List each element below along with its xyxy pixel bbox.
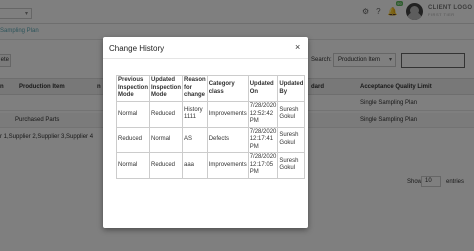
change-history-table: Previous Inspection Mode Updated Inspect…	[116, 75, 306, 179]
column-header: Previous Inspection Mode	[116, 75, 150, 102]
table-cell: 7/28/2020 12:17:41 PM	[247, 126, 279, 153]
table-row: Normal Reduced aaa Improvements 7/28/202…	[116, 152, 306, 179]
table-cell: Suresh Gokul	[277, 101, 306, 128]
column-header: Updated By	[277, 75, 306, 102]
table-cell: Reduced	[116, 126, 150, 153]
table-cell: 7/28/2020 12:17:05 PM	[247, 152, 279, 179]
modal-title: Change History	[109, 44, 165, 53]
table-cell: Suresh Gokul	[277, 152, 306, 179]
table-header-row: Previous Inspection Mode Updated Inspect…	[116, 75, 306, 102]
column-header: Updated Inspection Mode	[149, 75, 183, 102]
table-cell: Improvements	[206, 152, 249, 179]
column-header: Updated On	[247, 75, 279, 102]
change-history-modal: Change History × Previous Inspection Mod…	[103, 37, 308, 228]
table-cell: Improvements	[206, 101, 249, 128]
column-header: Category class	[206, 75, 249, 102]
table-cell: Normal	[116, 101, 150, 128]
table-row: Normal Reduced History 1111 Improvements…	[116, 101, 306, 128]
table-cell: aaa	[182, 152, 208, 179]
column-header: Reason for change	[182, 75, 208, 102]
table-cell: Suresh Gokul	[277, 126, 306, 153]
table-cell: Normal	[116, 152, 150, 179]
divider	[103, 58, 308, 59]
table-cell: Reduced	[149, 152, 183, 179]
table-row: Reduced Normal AS Defects 7/28/2020 12:1…	[116, 126, 306, 153]
table-cell: Reduced	[149, 101, 183, 128]
table-cell: History 1111	[182, 101, 208, 128]
close-icon[interactable]: ×	[295, 42, 300, 52]
table-cell: Defects	[206, 126, 249, 153]
table-cell: Normal	[149, 126, 183, 153]
table-cell: 7/28/2020 12:52:42 PM	[247, 101, 279, 128]
table-cell: AS	[182, 126, 208, 153]
